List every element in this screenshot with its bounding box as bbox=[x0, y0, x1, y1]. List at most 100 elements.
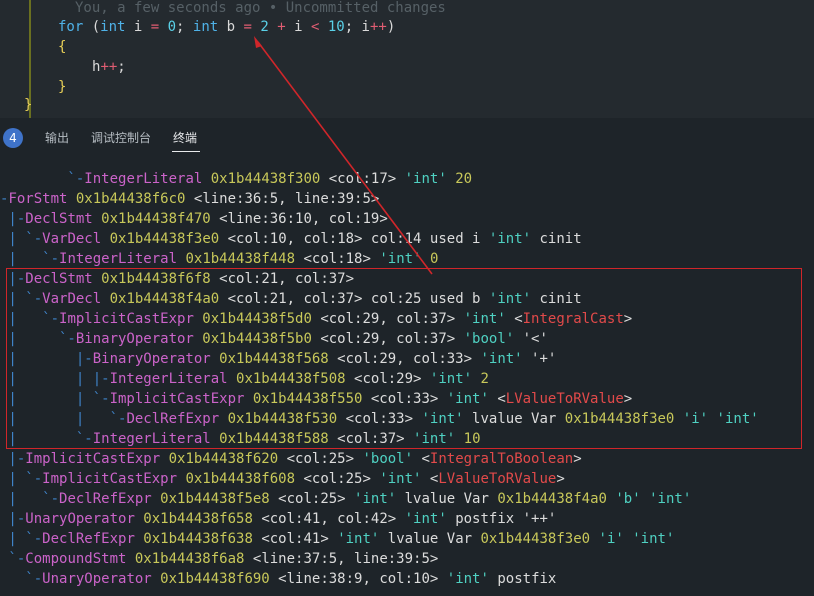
terminal-token-plain bbox=[422, 251, 430, 267]
code-line-open-brace[interactable]: { bbox=[58, 37, 66, 57]
terminal-token-plain: lvalue Var bbox=[396, 491, 498, 507]
terminal-token-str: 'int' bbox=[632, 531, 675, 547]
problems-count-badge[interactable]: 4 bbox=[3, 128, 23, 148]
keyword-int: int bbox=[192, 19, 219, 35]
code-line-body[interactable]: h++; bbox=[92, 57, 126, 77]
tab-output[interactable]: 输出 bbox=[45, 130, 69, 146]
terminal-token-str: 'int' bbox=[404, 171, 447, 187]
terminal-line: | `-DeclRefExpr 0x1b44438f5e8 <col:25> '… bbox=[0, 489, 691, 509]
terminal-token-addr: 0x1b44438f620 bbox=[160, 451, 279, 467]
code-line-close-brace[interactable]: } bbox=[58, 77, 66, 97]
terminal-token-addr: 0x1b44438f3e0 bbox=[480, 531, 591, 547]
terminal-token-tree: | `- bbox=[0, 491, 60, 507]
panel-tab-bar: 4 输出 调试控制台 终端 bbox=[0, 118, 814, 156]
code-text: i bbox=[125, 19, 151, 35]
terminal-line: |-ImplicitCastExpr 0x1b44438f620 <col:25… bbox=[0, 449, 582, 469]
tab-debug-console[interactable]: 调试控制台 bbox=[91, 130, 151, 146]
terminal-token-plain: lvalue Var bbox=[379, 531, 481, 547]
terminal-token-plain: <col:41> bbox=[252, 531, 338, 547]
terminal-token-plain: <col:41, col:42> bbox=[252, 511, 405, 527]
terminal-line: |-UnaryOperator 0x1b44438f658 <col:41, c… bbox=[0, 509, 556, 529]
active-tab-indicator bbox=[172, 151, 200, 152]
tab-terminal[interactable]: 终端 bbox=[173, 130, 197, 146]
terminal-token-addr: 0x1b44438f638 bbox=[134, 531, 253, 547]
terminal-token-addr: 0x1b44438f6a8 bbox=[126, 551, 245, 567]
terminal-token-addr: 0 bbox=[429, 251, 439, 267]
number-literal: 0 bbox=[159, 19, 177, 35]
terminal-token-str: 'bool' bbox=[362, 451, 414, 467]
terminal-token-addr: 0x1b44438f690 bbox=[151, 571, 270, 587]
terminal-token-node: ImplicitCastExpr bbox=[42, 471, 178, 487]
code-line-outer-brace[interactable]: } bbox=[24, 95, 32, 115]
terminal-token-tree: |- bbox=[0, 451, 26, 467]
terminal-token-plain: postfix '++' bbox=[446, 511, 557, 527]
terminal-line: |-DeclStmt 0x1b44438f470 <line:36:10, co… bbox=[0, 209, 388, 229]
operator-assign: = bbox=[243, 19, 252, 35]
terminal-token-str: 'int' bbox=[354, 491, 397, 507]
terminal-token-plain: cinit bbox=[531, 231, 582, 247]
code-editor[interactable]: You, a few seconds ago • Uncommitted cha… bbox=[0, 0, 814, 118]
terminal-line: `-UnaryOperator 0x1b44438f690 <line:38:9… bbox=[0, 569, 556, 589]
terminal-token-tree: | `- bbox=[0, 231, 43, 247]
number-literal: 10 bbox=[319, 19, 345, 35]
terminal-token-str: 'int' bbox=[404, 511, 447, 527]
highlight-box bbox=[6, 268, 802, 449]
terminal-token-plain: > bbox=[573, 451, 582, 467]
terminal-token-node: DeclRefExpr bbox=[59, 491, 152, 507]
code-text: ( bbox=[83, 19, 101, 35]
terminal-token-plain: postfix bbox=[488, 571, 557, 587]
terminal-token-plain: > bbox=[556, 471, 565, 487]
terminal-token-addr: 0x1b44438f658 bbox=[134, 511, 253, 527]
terminal-token-plain bbox=[624, 531, 632, 547]
terminal-token-addr: 0x1b44438f4a0 bbox=[497, 491, 607, 507]
terminal-token-addr: 0x1b44438f300 bbox=[202, 171, 321, 187]
terminal-token-plain: <line:37:5, line:39:5> bbox=[244, 551, 439, 567]
terminal-token-node: ImplicitCastExpr bbox=[25, 451, 161, 467]
keyword-int: int bbox=[100, 19, 126, 35]
terminal-token-str: 'int' bbox=[337, 531, 380, 547]
code-text: ; i bbox=[344, 19, 370, 35]
terminal-token-str: 'int' bbox=[379, 251, 422, 267]
terminal-token-tree: | `- bbox=[0, 531, 43, 547]
terminal-token-cast: IntegralToBoolean bbox=[429, 451, 574, 467]
terminal-token-node: UnaryOperator bbox=[42, 571, 152, 587]
terminal-token-plain: <line:36:10, col:19> bbox=[210, 211, 388, 227]
terminal-token-node: IntegerLiteral bbox=[84, 171, 203, 187]
terminal-token-plain: <col:25> bbox=[295, 471, 380, 487]
terminal-token-plain: < bbox=[421, 471, 439, 487]
operator-plus: + bbox=[268, 19, 295, 35]
terminal-token-str: 'int' bbox=[488, 231, 532, 247]
terminal-token-plain: <col:25> bbox=[269, 491, 355, 507]
terminal-token-node: ForStmt bbox=[8, 191, 68, 207]
terminal-token-plain: <col:17> bbox=[320, 171, 405, 187]
terminal-token-plain: <line:36:5, line:39:5> bbox=[185, 191, 380, 207]
terminal-token-plain bbox=[641, 491, 649, 507]
terminal-token-plain: <col:18> bbox=[295, 251, 380, 267]
terminal-token-plain: < bbox=[413, 451, 430, 467]
terminal-line: `-CompoundStmt 0x1b44438f6a8 <line:37:5,… bbox=[0, 549, 438, 569]
terminal-token-str: 'int' bbox=[446, 571, 489, 587]
terminal-token-str: 'int' bbox=[379, 471, 422, 487]
terminal-line: | `-VarDecl 0x1b44438f3e0 <col:10, col:1… bbox=[0, 229, 582, 249]
code-text: ; bbox=[176, 19, 193, 35]
terminal-token-addr: 0x1b44438f6c0 bbox=[67, 191, 186, 207]
terminal-token-str: 'i' bbox=[598, 531, 624, 547]
operator-assign: = bbox=[150, 19, 160, 35]
operator-increment: ++ bbox=[369, 19, 387, 35]
terminal-token-node: DeclRefExpr bbox=[42, 531, 135, 547]
terminal-token-node: IntegerLiteral bbox=[59, 251, 178, 267]
operator-increment: ++ bbox=[100, 59, 118, 75]
terminal-token-node: CompoundStmt bbox=[25, 551, 127, 567]
terminal-line: | `-ImplicitCastExpr 0x1b44438f608 <col:… bbox=[0, 469, 565, 489]
terminal-token-addr: 0x1b44438f608 bbox=[177, 471, 296, 487]
terminal-token-tree: `- bbox=[0, 171, 85, 187]
terminal-token-tree: `- bbox=[0, 571, 43, 587]
terminal-token-plain: <line:38:9, col:10> bbox=[269, 571, 447, 587]
terminal-token-addr: 0x1b44438f3e0 bbox=[101, 231, 220, 247]
code-text: b bbox=[218, 19, 244, 35]
code-line-for[interactable]: for (int i = 0; int b = 2 + i < 10; i++) bbox=[58, 17, 395, 37]
terminal-token-addr: 20 bbox=[455, 171, 473, 187]
terminal-token-plain bbox=[447, 171, 455, 187]
terminal-line: | `-IntegerLiteral 0x1b44438f448 <col:18… bbox=[0, 249, 438, 269]
terminal-token-node: DeclStmt bbox=[25, 211, 93, 227]
